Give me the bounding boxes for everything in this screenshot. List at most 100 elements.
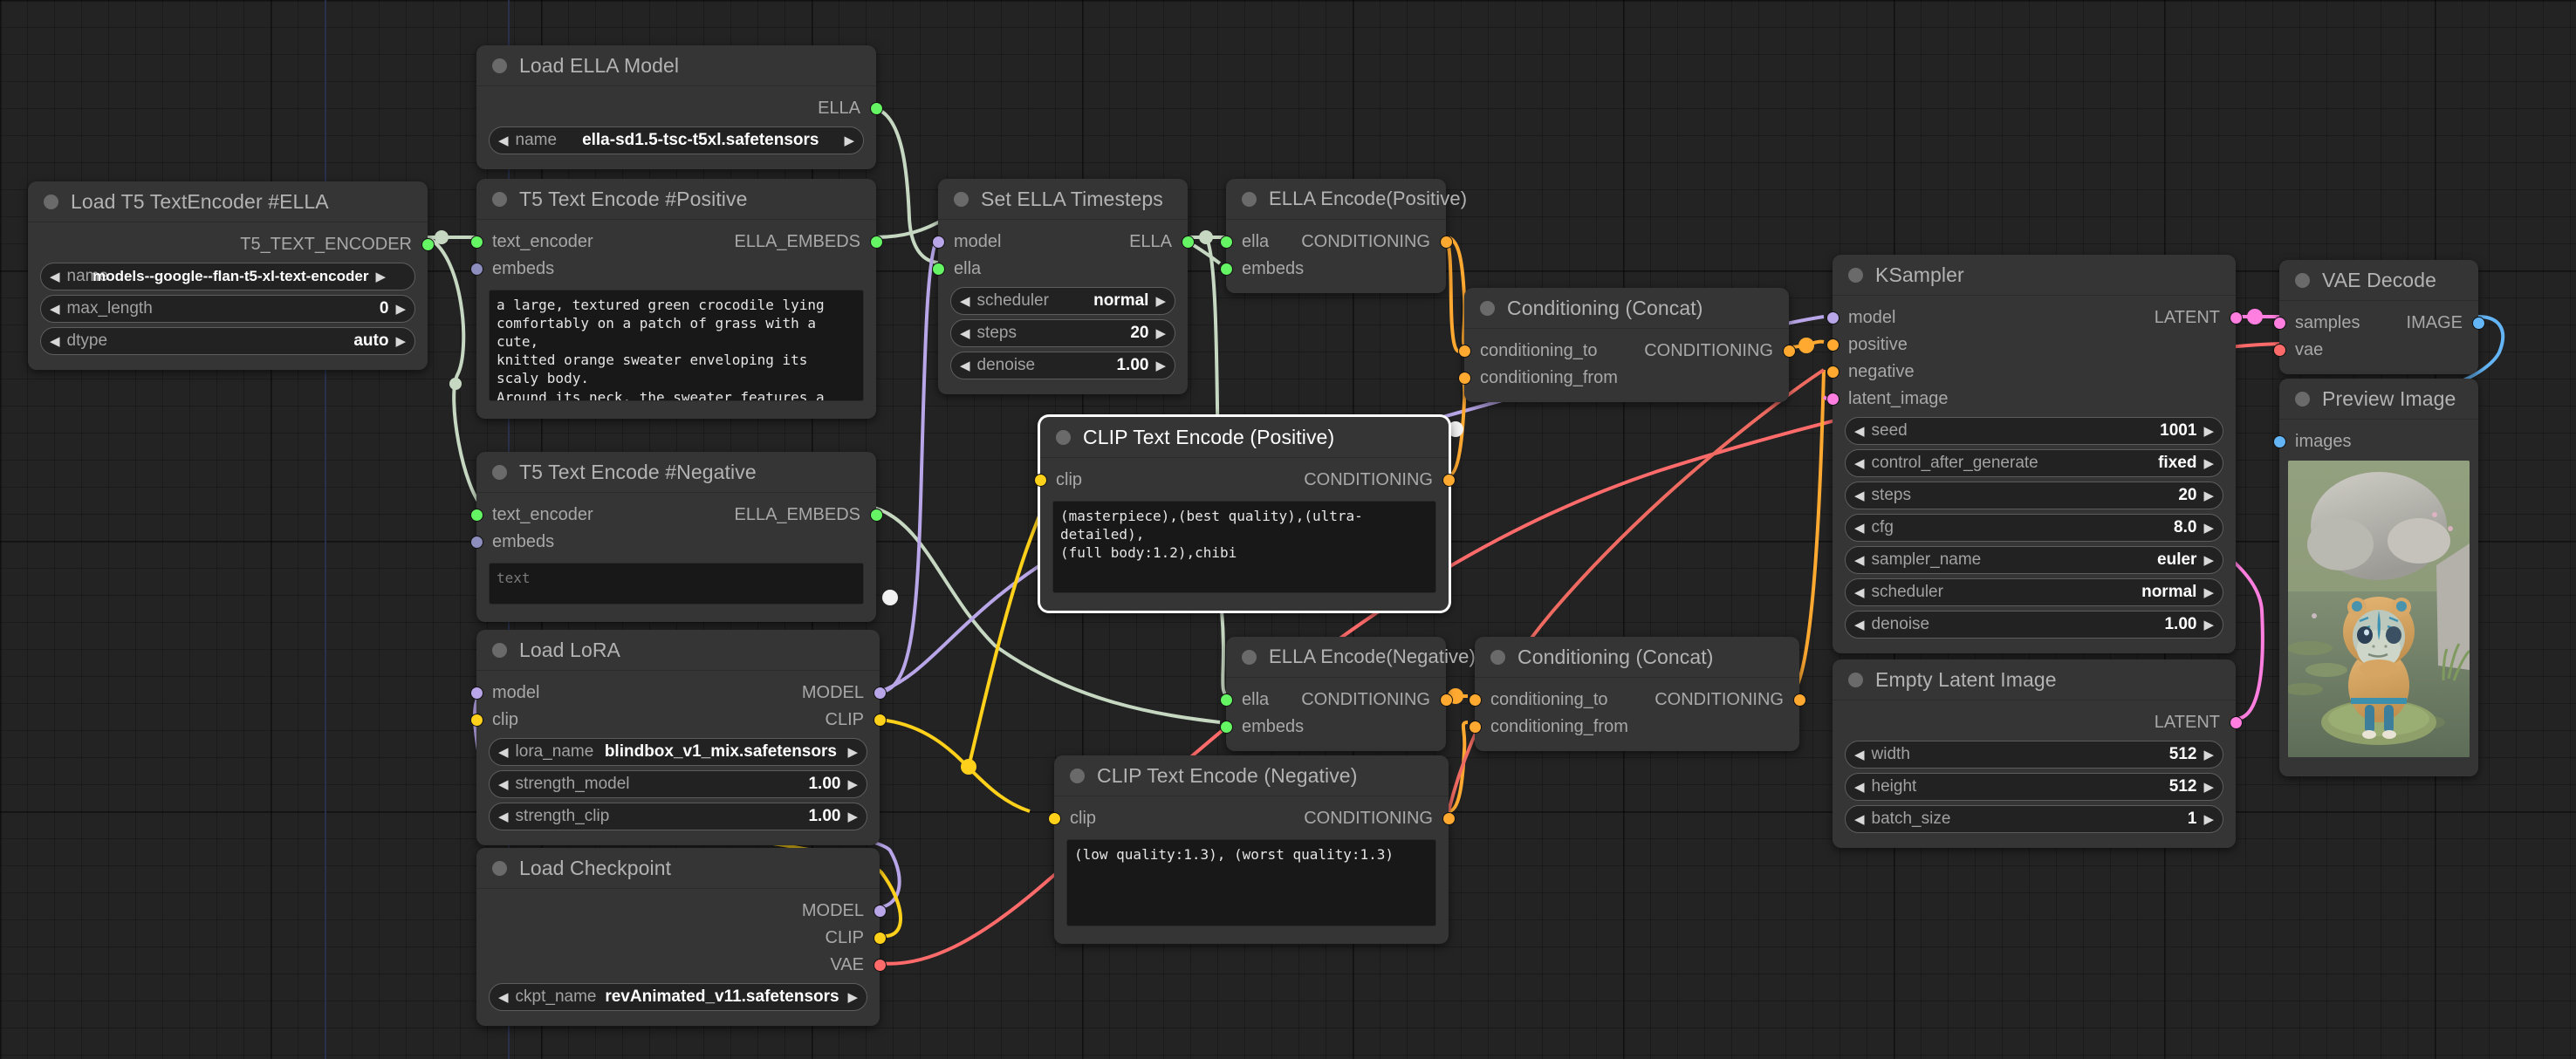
output-slot-clip[interactable]: CLIP: [476, 925, 887, 952]
input-dot-icon[interactable]: [1047, 812, 1061, 825]
widget-seed[interactable]: ◀ seed 1001 ▶: [1845, 417, 2223, 445]
preview-image-thumbnail[interactable]: [2288, 461, 2470, 757]
chevron-left-icon[interactable]: ◀: [1854, 522, 1865, 535]
widget-scheduler[interactable]: ◀ scheduler normal ▶: [950, 287, 1175, 315]
input-slot-embeds[interactable]: embeds: [469, 529, 876, 556]
input-dot-icon[interactable]: [931, 263, 945, 276]
input-slot-positive[interactable]: positive: [1826, 331, 2236, 359]
widget-dtype[interactable]: ◀ dtype auto ▶: [40, 327, 415, 355]
chevron-right-icon[interactable]: ▶: [2203, 618, 2214, 632]
node-set-ella-timesteps[interactable]: Set ELLA Timesteps model ELLA ella ◀ sch…: [931, 179, 1195, 394]
prompt-textarea[interactable]: (low quality:1.3), (worst quality:1.3): [1066, 839, 1436, 926]
node-title-bar[interactable]: Load LoRA: [476, 630, 880, 671]
input-slot-clip[interactable]: clip CLIP: [469, 707, 887, 734]
chevron-right-icon[interactable]: ▶: [847, 746, 858, 759]
collapse-dot-icon[interactable]: [1070, 768, 1085, 783]
widget-width[interactable]: ◀ width 512 ▶: [1845, 741, 2223, 769]
output-dot-icon[interactable]: [873, 959, 887, 972]
output-dot-icon[interactable]: [873, 714, 887, 727]
output-slot-ella[interactable]: ELLA: [476, 95, 883, 122]
node-preview-image[interactable]: Preview Image images: [2272, 379, 2478, 776]
input-slot-conditioning-to[interactable]: conditioning_to CONDITIONING: [1468, 687, 1806, 714]
chevron-left-icon[interactable]: ◀: [498, 810, 509, 823]
input-slot-vae[interactable]: vae: [2272, 337, 2478, 364]
input-slot-ella[interactable]: ella CONDITIONING: [1219, 229, 1453, 256]
collapse-dot-icon[interactable]: [1848, 267, 1863, 283]
collapse-dot-icon[interactable]: [492, 58, 507, 73]
input-slot-samples[interactable]: samples IMAGE: [2272, 310, 2485, 337]
output-dot-icon[interactable]: [1792, 693, 1806, 707]
output-slot-vae[interactable]: VAE: [476, 952, 887, 979]
chevron-right-icon[interactable]: ▶: [1155, 295, 1166, 308]
input-dot-icon[interactable]: [469, 714, 483, 727]
input-dot-icon[interactable]: [1826, 338, 1840, 352]
chevron-right-icon[interactable]: ▶: [2203, 813, 2214, 826]
chevron-left-icon[interactable]: ◀: [1854, 618, 1865, 632]
chevron-right-icon[interactable]: ▶: [1155, 327, 1166, 340]
input-dot-icon[interactable]: [1219, 236, 1233, 249]
widget-strength-clip[interactable]: ◀ strength_clip 1.00 ▶: [489, 803, 867, 830]
node-title-bar[interactable]: Load Checkpoint: [476, 848, 880, 889]
input-dot-icon[interactable]: [2272, 435, 2286, 448]
input-slot-embeds[interactable]: embeds: [1219, 256, 1446, 283]
widget-batch-size[interactable]: ◀ batch_size 1 ▶: [1845, 805, 2223, 833]
node-conditioning-concat-positive[interactable]: Conditioning (Concat) conditioning_to CO…: [1457, 288, 1796, 402]
input-dot-icon[interactable]: [469, 509, 483, 522]
node-title-bar[interactable]: Load ELLA Model: [476, 45, 876, 86]
output-dot-icon[interactable]: [869, 236, 883, 249]
output-dot-icon[interactable]: [869, 102, 883, 115]
chevron-left-icon[interactable]: ◀: [50, 270, 60, 284]
node-load-t5-textencoder[interactable]: Load T5 TextEncoder #ELLA T5_TEXT_ENCODE…: [28, 181, 435, 370]
graph-canvas[interactable]: Load T5 TextEncoder #ELLA T5_TEXT_ENCODE…: [0, 0, 2576, 1059]
input-dot-icon[interactable]: [1468, 721, 1482, 734]
input-slot-latent-image[interactable]: latent_image: [1826, 386, 2236, 413]
output-dot-icon[interactable]: [1181, 236, 1195, 249]
chevron-right-icon[interactable]: ▶: [2203, 457, 2214, 470]
input-slot-clip[interactable]: clip CONDITIONING: [1033, 467, 1456, 494]
input-dot-icon[interactable]: [931, 236, 945, 249]
widget-control-after-generate[interactable]: ◀ control_after_generate fixed ▶: [1845, 449, 2223, 477]
chevron-left-icon[interactable]: ◀: [1854, 457, 1865, 470]
chevron-left-icon[interactable]: ◀: [1854, 425, 1865, 438]
node-title-bar[interactable]: Preview Image: [2279, 379, 2478, 420]
node-title-bar[interactable]: CLIP Text Encode (Negative): [1054, 755, 1449, 796]
node-load-checkpoint[interactable]: Load Checkpoint MODEL CLIP VAE ◀ ckpt_na…: [476, 848, 887, 1026]
widget-sampler-name[interactable]: ◀ sampler_name euler ▶: [1845, 546, 2223, 574]
input-dot-icon[interactable]: [469, 263, 483, 276]
collapse-dot-icon[interactable]: [492, 860, 507, 876]
node-title-bar[interactable]: Conditioning (Concat): [1475, 637, 1799, 678]
chevron-right-icon[interactable]: ▶: [395, 335, 406, 348]
input-slot-images[interactable]: images: [2272, 428, 2478, 455]
chevron-left-icon[interactable]: ◀: [1854, 554, 1865, 567]
input-slot-text-encoder[interactable]: text_encoder ELLA_EMBEDS: [469, 502, 883, 529]
output-slot-model[interactable]: MODEL: [476, 898, 887, 925]
input-slot-model[interactable]: model LATENT: [1826, 304, 2243, 331]
input-slot-model[interactable]: model ELLA: [931, 229, 1195, 256]
collapse-dot-icon[interactable]: [1056, 429, 1071, 445]
node-load-lora[interactable]: Load LoRA model MODEL clip CLIP ◀ lora_n…: [469, 630, 887, 845]
collapse-dot-icon[interactable]: [1480, 300, 1495, 316]
chevron-left-icon[interactable]: ◀: [498, 134, 509, 147]
widget-strength-model[interactable]: ◀ strength_model 1.00 ▶: [489, 770, 867, 798]
prompt-textarea[interactable]: a large, textured green crocodile lying …: [489, 290, 864, 401]
input-dot-icon[interactable]: [1457, 345, 1471, 358]
node-empty-latent-image[interactable]: Empty Latent Image LATENT ◀ width 512 ▶ …: [1833, 659, 2243, 848]
node-t5-text-encode-negative[interactable]: T5 Text Encode #Negative text_encoder EL…: [469, 452, 883, 622]
output-dot-icon[interactable]: [873, 687, 887, 700]
node-title-bar[interactable]: ELLA Encode(Positive): [1226, 179, 1467, 220]
node-clip-text-encode-negative[interactable]: CLIP Text Encode (Negative) clip CONDITI…: [1047, 755, 1456, 944]
chevron-right-icon[interactable]: ▶: [2203, 425, 2214, 438]
input-dot-icon[interactable]: [469, 536, 483, 549]
widget-scheduler[interactable]: ◀ scheduler normal ▶: [1845, 578, 2223, 606]
input-slot-text-encoder[interactable]: text_encoder ELLA_EMBEDS: [469, 229, 883, 256]
output-dot-icon[interactable]: [873, 932, 887, 945]
output-dot-icon[interactable]: [869, 509, 883, 522]
node-conditioning-concat-negative[interactable]: Conditioning (Concat) conditioning_to CO…: [1468, 637, 1806, 751]
widget-denoise[interactable]: ◀ denoise 1.00 ▶: [1845, 611, 2223, 639]
chevron-left-icon[interactable]: ◀: [1854, 813, 1865, 826]
input-dot-icon[interactable]: [1826, 311, 1840, 325]
node-load-ella-model[interactable]: Load ELLA Model ELLA ◀ name ella-sd1.5-t…: [476, 45, 883, 169]
chevron-left-icon[interactable]: ◀: [50, 335, 60, 348]
collapse-dot-icon[interactable]: [1242, 649, 1257, 665]
node-t5-text-encode-positive[interactable]: T5 Text Encode #Positive text_encoder EL…: [469, 179, 883, 419]
